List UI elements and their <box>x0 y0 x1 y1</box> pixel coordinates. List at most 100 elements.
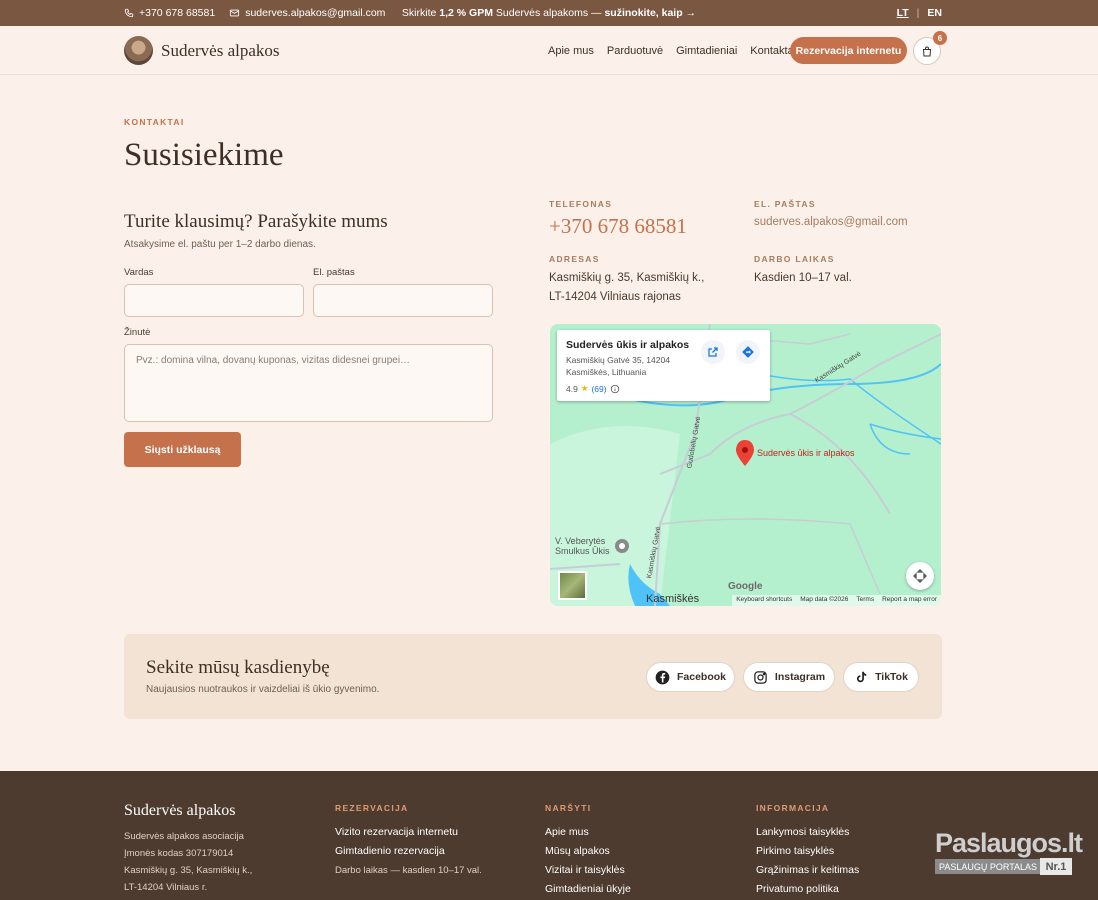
main-nav: Apie mus Parduotuvė Gimtadieniai Kontakt… <box>548 26 796 75</box>
map-poi-label[interactable]: V. Veberytės Smulkus Ūkis <box>555 536 610 556</box>
open-in-maps-button[interactable] <box>701 340 725 364</box>
map-satellite-toggle[interactable] <box>558 571 587 600</box>
lang-separator: | <box>916 7 920 19</box>
map-rating-value: 4.9 <box>566 383 578 394</box>
facebook-icon <box>655 670 670 684</box>
footer-link-visit-reservation[interactable]: Vizito rezervacija internetu <box>335 823 458 842</box>
footer-info-line: Sudervės alpakos asociacija <box>124 831 244 842</box>
topbar-email-link[interactable]: suderves.alpakos@gmail.com <box>229 7 385 19</box>
footer-link-birthday-reservation[interactable]: Gimtadienio rezervacija <box>335 842 458 861</box>
map-keyboard-shortcuts[interactable]: Keyboard shortcuts <box>736 596 792 605</box>
footer-link-purchase-rules[interactable]: Pirkimo taisyklės <box>756 842 859 861</box>
topbar-phone: +370 678 68581 <box>139 7 216 19</box>
footer-link-birthdays[interactable]: Gimtadieniai ūkyje <box>545 880 631 899</box>
cart-button[interactable]: 6 <box>913 31 947 65</box>
form-title: Turite klausimų? Parašykite mums <box>124 211 388 232</box>
topbar-email: suderves.alpakos@gmail.com <box>245 7 386 19</box>
map-fullscreen-button[interactable] <box>906 562 934 590</box>
email-info-label: EL. PAŠTAS <box>754 199 816 209</box>
instagram-button[interactable]: Instagram <box>743 662 835 692</box>
badge-rank: Nr.1 <box>1040 858 1072 875</box>
submit-button[interactable]: Siųsti užklausą <box>124 432 241 467</box>
badge-name: Paslaugos.lt <box>935 828 1083 858</box>
lang-en[interactable]: EN <box>927 7 942 19</box>
address-line-1: Kasmiškių g. 35, Kasmiškių k., <box>549 272 705 284</box>
site-header: Sudervės alpakos Apie mus Parduotuvė Gim… <box>0 26 1098 75</box>
lang-lt[interactable]: LT <box>897 7 909 19</box>
name-input[interactable] <box>124 284 304 317</box>
promo-middle: Sudervės alpakoms — <box>495 7 602 19</box>
expand-icon <box>913 569 927 583</box>
google-logo: Google <box>728 581 763 592</box>
paslaugos-badge[interactable]: Paslaugos.lt PASLAUGŲ PORTALAS Nr.1 <box>935 828 1083 878</box>
external-link-icon <box>708 347 718 357</box>
promo-prefix: Skirkite <box>401 7 437 19</box>
footer-brand: Sudervės alpakos <box>124 802 236 819</box>
hours-text: Kasdien 10–17 val. <box>754 272 852 284</box>
mail-icon <box>230 9 240 17</box>
address-label: ADRESAS <box>549 254 600 264</box>
nav-item-gimtadieniai[interactable]: Gimtadieniai <box>676 45 737 57</box>
map-place-card: Sudervės ūkis ir alpakos Kasmiškių Gatvė… <box>557 330 770 401</box>
instagram-icon <box>754 670 767 684</box>
footer-col-reservation-title: REZERVACIJA <box>335 803 409 813</box>
social-section: Sekite mūsų kasdienybę Naujausios nuotra… <box>124 634 942 719</box>
footer-info-line: Kasmiškių g. 35, Kasmiškių k., <box>124 865 253 876</box>
footer-link-visit-rules[interactable]: Lankymosi taisyklės <box>756 823 859 842</box>
map-reviews-link[interactable]: (69) <box>591 384 606 394</box>
nav-item-parduotuve[interactable]: Parduotuvė <box>607 45 663 57</box>
email-input[interactable] <box>313 284 493 317</box>
promo-bold: 1,2 % GPM <box>439 7 493 19</box>
map-poi-line-1: V. Veberytės <box>555 536 606 546</box>
hours-label: DARBO LAIKAS <box>754 254 835 264</box>
footer-link-alpacas[interactable]: Mūsų alpakos <box>545 842 631 861</box>
form-subtitle: Atsakysime el. paštu per 1–2 darbo diena… <box>124 239 316 250</box>
email-link[interactable]: suderves.alpakos@gmail.com <box>754 216 908 228</box>
map-place-address: Kasmiškių Gatvė 35, 14204 Kasmiškės, Lit… <box>566 354 686 378</box>
map-terms-link[interactable]: Terms <box>856 596 874 605</box>
tiktok-button[interactable]: TikTok <box>843 662 919 692</box>
info-icon[interactable] <box>610 384 620 394</box>
phone-link[interactable]: +370 678 68581 <box>549 214 687 239</box>
top-bar: +370 678 68581 suderves.alpakos@gmail.co… <box>0 0 1098 26</box>
logo-link[interactable]: Sudervės alpakos <box>124 36 280 65</box>
footer-col-reservation: Vizito rezervacija internetu Gimtadienio… <box>335 823 458 861</box>
cart-count-badge: 6 <box>933 31 947 45</box>
footer-link-about[interactable]: Apie mus <box>545 823 631 842</box>
promo-link[interactable]: sužinokite, kaip → <box>604 7 696 19</box>
map-marker-label[interactable]: Sudervės ūkis ir alpakos <box>757 448 855 458</box>
instagram-label: Instagram <box>774 671 826 683</box>
footer-link-privacy[interactable]: Privatumo politika <box>756 880 859 899</box>
tiktok-label: TikTok <box>875 671 908 683</box>
topbar-phone-link[interactable]: +370 678 68581 <box>124 7 215 19</box>
reserve-online-button[interactable]: Rezervacija internetu <box>790 37 907 64</box>
facebook-button[interactable]: Facebook <box>646 662 735 692</box>
footer-col-browse: Apie mus Mūsų alpakos Vizitai ir taisykl… <box>545 823 631 899</box>
brand-name: Sudervės alpakos <box>161 40 280 60</box>
map-footer: Keyboard shortcuts Map data ©2026 Terms … <box>732 595 941 606</box>
footer-info-line: Įmonės kodas 307179014 <box>124 848 234 859</box>
address-line-2: LT-14204 Vilniaus rajonas <box>549 291 681 303</box>
phone-icon <box>124 8 134 18</box>
directions-button[interactable] <box>736 340 760 364</box>
map-poi-line-2: Smulkus Ūkis <box>555 546 610 556</box>
map-report-error-link[interactable]: Report a map error <box>882 596 937 605</box>
section-eyebrow: KONTAKTAI <box>124 117 185 127</box>
address-text: Kasmiškių g. 35, Kasmiškių k., LT-14204 … <box>549 269 704 307</box>
google-map[interactable]: Sudervės ūkis ir alpakos Kasmiškių Gatvė… <box>550 324 941 606</box>
page-title: Susisiekime <box>124 137 284 173</box>
message-textarea[interactable]: Pvz.: domina vilna, dovanų kuponas, vizi… <box>124 344 493 422</box>
email-label: El. paštas <box>313 267 355 278</box>
nav-item-apie-mus[interactable]: Apie mus <box>548 45 594 57</box>
logo-image <box>124 36 153 65</box>
footer-link-returns[interactable]: Grąžinimas ir keitimas <box>756 861 859 880</box>
map-rating: 4.9 ★ (69) <box>566 383 761 394</box>
directions-icon <box>742 346 754 358</box>
footer-col-browse-title: NARŠYTI <box>545 803 592 813</box>
footer-col-info: Lankymosi taisyklės Pirkimo taisyklės Gr… <box>756 823 859 899</box>
footer-link-visits-rules[interactable]: Vizitai ir taisyklės <box>545 861 631 880</box>
social-subtitle: Naujausios nuotraukos ir vaizdeliai iš ū… <box>146 684 380 695</box>
name-label: Vardas <box>124 267 154 278</box>
footer-col-info-title: INFORMACIJA <box>756 803 830 813</box>
footer-info-line: LT-14204 Vilniaus r. <box>124 882 208 893</box>
